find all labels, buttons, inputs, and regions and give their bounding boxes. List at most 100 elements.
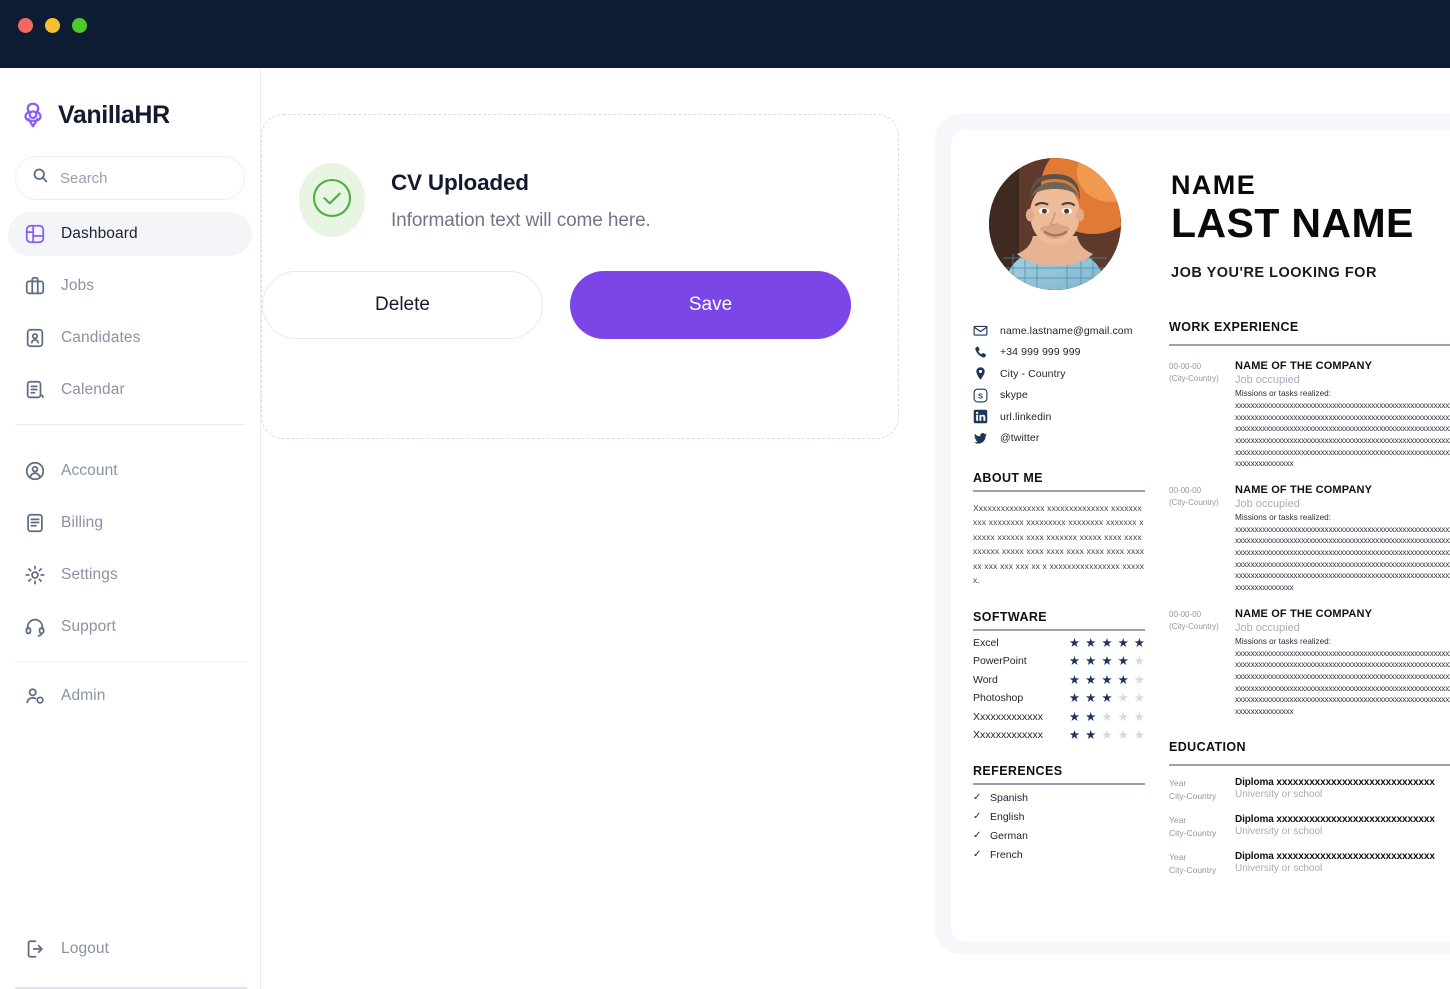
experience-details: NAME OF THE COMPANY Job occupied Missions … bbox=[1231, 484, 1450, 594]
star-icon: ★ bbox=[1133, 709, 1145, 724]
contact-text: name.lastname@gmail.com bbox=[1000, 324, 1133, 337]
reference-name: English bbox=[990, 810, 1025, 823]
education-item: Year City-Country Diploma xxxxxxxxxxxxxxxx… bbox=[1169, 851, 1450, 877]
star-icon: ★ bbox=[1117, 654, 1129, 669]
star-icon: ★ bbox=[1101, 672, 1113, 687]
skype-icon: S bbox=[973, 388, 988, 403]
education-diploma: Diploma xxxxxxxxxxxxxxxxxxxxxxxxxxxxx bbox=[1235, 851, 1435, 863]
upload-action-buttons: Delete Save bbox=[262, 237, 898, 339]
education-date: Year City-Country bbox=[1169, 814, 1231, 840]
sidebar-item-label: Settings bbox=[61, 566, 118, 583]
delete-button[interactable]: Delete bbox=[262, 271, 543, 339]
skill-name: Word bbox=[973, 673, 998, 686]
minimize-window-button[interactable] bbox=[45, 18, 60, 33]
app-window: VanillaHR Dashb bbox=[0, 0, 1450, 989]
education-year: Year bbox=[1169, 814, 1187, 825]
education-diploma: Diploma xxxxxxxxxxxxxxxxxxxxxxxxxxxxx bbox=[1235, 776, 1435, 788]
sidebar-item-jobs[interactable]: Jobs bbox=[8, 264, 252, 308]
sidebar-item-dashboard[interactable]: Dashboard bbox=[8, 212, 252, 256]
experience-date-value: 00-00-00 bbox=[1169, 362, 1202, 371]
reference-name: German bbox=[990, 829, 1028, 842]
sidebar: VanillaHR Dashb bbox=[0, 68, 261, 989]
contact-row-location: City - Country bbox=[973, 363, 1169, 385]
contact-text: @twitter bbox=[1000, 432, 1040, 445]
education-school: University or school bbox=[1235, 825, 1323, 837]
reference-name: French bbox=[990, 848, 1023, 861]
experience-line: xxxxxxxxxxxxxxxxxxxxxxxxxxxxxxxxxxxxxxxx… bbox=[1235, 660, 1450, 670]
experience-line: xxxxxxxxxxxxxxxxxxxxxxxxxxxxxxxxxxxxxxxx… bbox=[1235, 401, 1450, 410]
upload-status-subtitle: Information text will come here. bbox=[391, 210, 651, 231]
experience-missions-label: Missions or tasks realized: bbox=[1235, 636, 1332, 646]
search-input[interactable] bbox=[60, 169, 228, 187]
cv-preview-panel: NAME LAST NAME JOB YOU'RE LOOKING FOR na… bbox=[935, 114, 1450, 954]
sidebar-item-label: Account bbox=[61, 462, 118, 479]
user-shield-icon bbox=[24, 685, 46, 707]
sidebar-secondary-nav: Account Billing Settings Support bbox=[0, 437, 260, 649]
contact-text: City - Country bbox=[1000, 367, 1066, 380]
experience-job: Job occupied bbox=[1235, 374, 1300, 386]
sidebar-item-calendar[interactable]: Calendar bbox=[8, 368, 252, 412]
skill-rating: ★ ★ ★ ★ ★ bbox=[1069, 674, 1145, 687]
linkedin-icon bbox=[973, 409, 988, 424]
experience-line: xxxxxxxxxxxxxxxxxxxxxxxxxxxxxxxxxxxxxxxx… bbox=[1235, 447, 1450, 457]
education-place: City-Country bbox=[1169, 865, 1217, 876]
logout-icon bbox=[24, 938, 46, 960]
star-icon: ★ bbox=[1117, 728, 1129, 743]
sidebar-item-admin[interactable]: Admin bbox=[8, 674, 252, 718]
star-icon: ★ bbox=[1085, 709, 1097, 724]
sidebar-item-billing[interactable]: Billing bbox=[8, 501, 252, 545]
check-icon: ✓ bbox=[973, 792, 982, 804]
close-window-button[interactable] bbox=[18, 18, 33, 33]
user-circle-icon bbox=[24, 460, 46, 482]
twitter-icon bbox=[973, 431, 988, 446]
sidebar-item-label: Logout bbox=[61, 940, 110, 957]
reference-row: ✓ Spanish bbox=[973, 792, 1145, 804]
work-experience-item: 00-00-00 (City-Country) NAME OF THE COMPAN… bbox=[1169, 360, 1450, 470]
experience-line: xxxxxxxxxxxxxxx bbox=[1235, 706, 1294, 716]
save-button[interactable]: Save bbox=[570, 271, 851, 339]
education-details: Diploma xxxxxxxxxxxxxxxxxxxxxxxxxxxxx Uni… bbox=[1231, 851, 1450, 877]
section-rule bbox=[973, 782, 1145, 785]
experience-job: Job occupied bbox=[1235, 621, 1300, 634]
sidebar-item-candidates[interactable]: Candidates bbox=[8, 316, 252, 360]
experience-missions-label: Missions or tasks realized: bbox=[1235, 389, 1332, 398]
skill-row: Xxxxxxxxxxxxx ★ ★ ★ ★ ★ bbox=[973, 711, 1145, 724]
experience-lines: xxxxxxxxxxxxxxxxxxxxxxxxxxxxxxxxxxxxxxxx… bbox=[1235, 400, 1450, 470]
cv-left-column: name.lastname@gmail.com +34 999 999 999 bbox=[951, 320, 1169, 878]
briefcase-icon bbox=[24, 275, 46, 297]
section-title: ABOUT ME bbox=[973, 471, 1043, 485]
cv-references-section: REFERENCES ✓ Spanish ✓ English ✓ German ✓ Frenc… bbox=[963, 764, 1169, 861]
star-icon: ★ bbox=[1068, 672, 1081, 687]
work-experience-item: 00-00-00 (City-Country) NAME OF THE COMPAN… bbox=[1169, 608, 1450, 718]
vanillahr-logo-icon bbox=[18, 100, 48, 130]
education-item: Year City-Country Diploma xxxxxxxxxxxxxxxx… bbox=[1169, 814, 1450, 840]
zoom-window-button[interactable] bbox=[72, 18, 87, 33]
contact-text: url.linkedin bbox=[1000, 410, 1052, 423]
experience-place: (City-Country) bbox=[1169, 374, 1219, 383]
brand[interactable]: VanillaHR bbox=[0, 68, 260, 130]
star-icon: ★ bbox=[1133, 672, 1145, 687]
experience-place: (City-Country) bbox=[1169, 497, 1219, 507]
sidebar-item-label: Dashboard bbox=[61, 225, 138, 242]
star-icon: ★ bbox=[1068, 635, 1081, 650]
experience-line: xxxxxxxxxxxxxxxxxxxxxxxxxxxxxxxxxxxxxxxx… bbox=[1235, 559, 1450, 569]
experience-line: xxxxxxxxxxxxxxxxxxxxxxxxxxxxxxxxxxxxxxxx… bbox=[1235, 683, 1450, 693]
sidebar-item-support[interactable]: Support bbox=[8, 605, 252, 649]
sidebar-logout-group: Logout bbox=[8, 927, 253, 979]
experience-line: xxxxxxxxxxxxxxxxxxxxxxxxxxxxxxxxxxxxxxxx… bbox=[1235, 571, 1450, 581]
sidebar-item-settings[interactable]: Settings bbox=[8, 553, 252, 597]
search-box[interactable] bbox=[15, 156, 245, 200]
receipt-icon bbox=[24, 512, 46, 534]
star-icon: ★ bbox=[1085, 672, 1097, 687]
sidebar-primary-nav: Dashboard Jobs Candidates Calendar bbox=[0, 200, 260, 412]
skill-row: Photoshop ★ ★ ★ ★ ★ bbox=[973, 692, 1145, 705]
star-icon: ★ bbox=[1117, 672, 1129, 687]
candidate-photo bbox=[989, 158, 1121, 290]
window-controls bbox=[18, 18, 87, 33]
education-year: Year bbox=[1169, 777, 1187, 788]
calendar-note-icon bbox=[24, 379, 46, 401]
sidebar-item-account[interactable]: Account bbox=[8, 449, 252, 493]
cv-last-name: LAST NAME bbox=[1171, 200, 1414, 246]
section-title: REFERENCES bbox=[973, 763, 1063, 778]
sidebar-item-logout[interactable]: Logout bbox=[8, 927, 253, 971]
